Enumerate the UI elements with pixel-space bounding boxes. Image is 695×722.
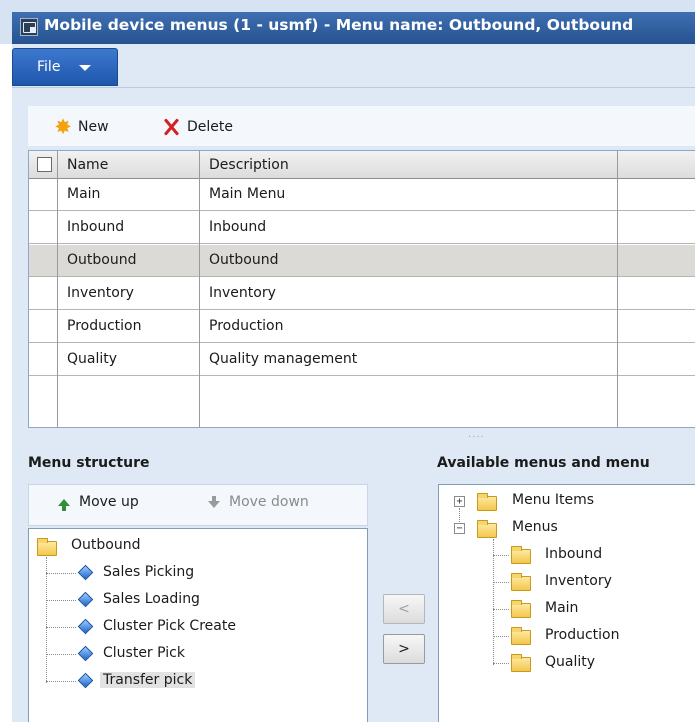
folder-icon xyxy=(477,493,497,511)
cell-name: Inventory xyxy=(67,285,134,301)
tree-item[interactable]: Cluster Pick Create xyxy=(103,618,236,634)
cell-name: Main xyxy=(67,186,101,202)
pane-splitter[interactable]: ···· xyxy=(468,432,485,443)
column-header-description[interactable]: Description xyxy=(209,157,289,173)
expand-icon[interactable]: + xyxy=(454,496,465,507)
tree-item-selected[interactable]: Transfer pick xyxy=(100,672,196,688)
folder-icon xyxy=(477,520,497,538)
add-to-menu-button[interactable]: > xyxy=(383,634,425,664)
tree-connector xyxy=(493,663,509,664)
collapse-icon[interactable]: − xyxy=(454,523,465,534)
grid-toolbar xyxy=(28,106,695,146)
cell-description: Outbound xyxy=(209,252,279,268)
new-button[interactable]: ✸ New xyxy=(52,115,109,139)
menus-grid: Name Description Main Main Menu Inbound … xyxy=(28,150,695,428)
available-menus-title: Available menus and menu xyxy=(437,455,650,471)
tree-root-outbound[interactable]: Outbound xyxy=(71,537,140,553)
cell-description: Inbound xyxy=(209,219,267,235)
tree-node-menu-items[interactable]: Menu Items xyxy=(512,492,594,508)
grid-header: Name Description xyxy=(29,151,695,179)
tree-connector xyxy=(493,636,509,637)
cell-name: Outbound xyxy=(67,252,137,268)
menu-item-icon xyxy=(77,672,94,689)
tree-connector xyxy=(46,573,76,574)
menu-item-icon xyxy=(77,645,94,662)
cell-description: Production xyxy=(209,318,284,334)
tree-connector xyxy=(493,609,509,610)
folder-icon xyxy=(511,573,531,591)
tree-connector xyxy=(46,557,47,683)
table-row[interactable]: Quality Quality management xyxy=(29,344,695,376)
available-menus-tree[interactable]: + Menu Items − Menus Inbound Inventory M… xyxy=(438,484,695,722)
table-row[interactable]: Inbound Inbound xyxy=(29,212,695,244)
file-tab[interactable]: File xyxy=(12,48,118,86)
tree-child[interactable]: Inventory xyxy=(545,573,612,589)
cell-name: Production xyxy=(67,318,142,334)
move-down-label: Move down xyxy=(229,494,309,510)
remove-from-menu-button[interactable]: < xyxy=(383,594,425,624)
menu-item-icon xyxy=(77,591,94,608)
menu-item-icon xyxy=(77,618,94,635)
window-title: Mobile device menus (1 - usmf) - Menu na… xyxy=(44,16,634,34)
tree-connector xyxy=(493,582,509,583)
cell-description: Quality management xyxy=(209,351,358,367)
move-up-button[interactable]: Move up xyxy=(58,494,139,511)
move-down-button[interactable]: Move down xyxy=(208,494,309,510)
menu-structure-tree[interactable]: Outbound Sales Picking Sales Loading Clu… xyxy=(28,528,368,722)
menu-item-icon xyxy=(77,564,94,581)
cell-name: Inbound xyxy=(67,219,125,235)
table-row-selected[interactable]: Outbound Outbound xyxy=(29,245,695,277)
arrow-down-icon xyxy=(208,495,220,508)
file-tab-label: File xyxy=(37,59,61,75)
delete-x-icon xyxy=(161,116,183,138)
table-row[interactable]: Inventory Inventory xyxy=(29,278,695,310)
arrow-up-icon xyxy=(58,498,70,511)
cell-name: Quality xyxy=(67,351,118,367)
tree-connector xyxy=(493,539,494,665)
tree-child[interactable]: Main xyxy=(545,600,578,616)
table-row[interactable]: Production Production xyxy=(29,311,695,343)
chevron-down-icon xyxy=(79,65,91,71)
tree-connector xyxy=(46,681,76,682)
column-divider xyxy=(199,151,200,427)
cell-description: Main Menu xyxy=(209,186,286,202)
folder-icon xyxy=(37,538,57,556)
new-star-icon: ✸ xyxy=(54,115,72,139)
tree-connector xyxy=(46,627,76,628)
folder-icon xyxy=(511,627,531,645)
tree-child[interactable]: Inbound xyxy=(545,546,602,562)
tree-node-menus[interactable]: Menus xyxy=(512,519,558,535)
table-row[interactable]: Main Main Menu xyxy=(29,179,695,211)
column-divider xyxy=(57,151,58,427)
column-divider xyxy=(617,151,618,427)
folder-icon xyxy=(511,600,531,618)
tree-connector xyxy=(493,555,509,556)
folder-icon xyxy=(511,654,531,672)
tree-connector xyxy=(46,654,76,655)
menu-structure-title: Menu structure xyxy=(28,455,150,471)
column-header-name[interactable]: Name xyxy=(67,157,108,173)
new-button-label: New xyxy=(78,119,109,135)
delete-button-label: Delete xyxy=(187,119,233,135)
tree-child[interactable]: Quality xyxy=(545,654,595,670)
folder-icon xyxy=(511,546,531,564)
tree-child[interactable]: Production xyxy=(545,627,619,643)
move-up-label: Move up xyxy=(79,494,139,510)
tree-item[interactable]: Sales Loading xyxy=(103,591,200,607)
app-window-icon xyxy=(20,18,38,36)
tree-item[interactable]: Sales Picking xyxy=(103,564,194,580)
select-all-checkbox[interactable] xyxy=(37,157,52,172)
cell-description: Inventory xyxy=(209,285,276,301)
tree-item[interactable]: Cluster Pick xyxy=(103,645,185,661)
table-row-empty[interactable] xyxy=(29,377,695,427)
tree-connector xyxy=(46,600,76,601)
delete-button[interactable]: Delete xyxy=(161,116,233,138)
